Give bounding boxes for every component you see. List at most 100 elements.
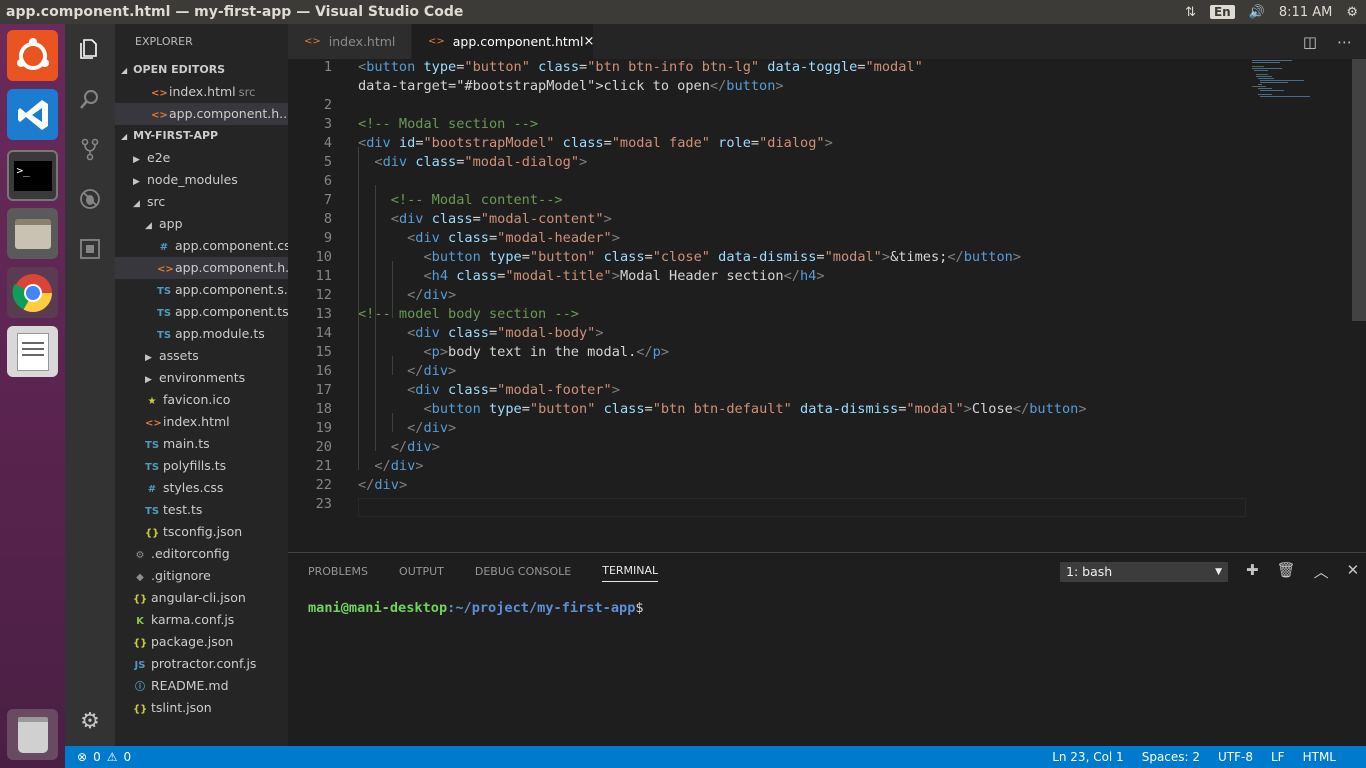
close-tab-icon[interactable]: × [583,34,594,49]
line-number: 13 [315,306,332,322]
ts-file-icon: TS [157,308,172,319]
file-tree-item[interactable]: TS app.component.s... [115,279,288,301]
code-line: </div> [390,439,440,455]
file-tree-item[interactable]: TS app.component.ts [115,301,288,323]
file-tree-item[interactable]: JS protractor.conf.js [115,653,288,675]
file-tree-item[interactable]: TS main.ts [115,433,288,455]
chrome-launcher-icon[interactable] [7,267,58,318]
file-tree-item[interactable]: ▶ environments [115,367,288,389]
file-tree-item[interactable]: # styles.css [115,477,288,499]
html-file-icon: <> [304,36,321,47]
extensions-icon[interactable] [65,224,115,274]
file-tree-item[interactable]: ▶ node_modules [115,169,288,191]
html-file-icon: <> [151,110,168,121]
file-tree-item[interactable]: # app.component.css [115,235,288,257]
unity-launcher: >_ [0,24,65,768]
code-line: </div> [407,363,457,379]
code-editor[interactable]: 1 2 3 4 5 6 7 8 9 10 11 12 13 14 15 16 17 18 19 20 21 22 23 <b… [288,59,1366,552]
close-panel-icon[interactable]: ✕ [1347,561,1360,582]
file-tree-item[interactable]: ◆ .gitignore [115,565,288,587]
debug-icon[interactable] [65,174,115,224]
indent-guide [358,147,359,470]
terminal-launcher-icon[interactable]: >_ [7,150,58,201]
text-editor-launcher-icon[interactable] [7,326,58,377]
volume-icon[interactable]: 🔊 [1249,5,1265,20]
file-tree-item[interactable]: ⚙ .editorconfig [115,543,288,565]
line-number: 7 [323,192,332,208]
file-tree-label: main.ts [163,436,210,451]
line-number: 6 [323,173,332,189]
file-tree-item[interactable]: TS test.ts [115,499,288,521]
file-tree-item[interactable]: ◢ src [115,191,288,213]
code-line: <div class="modal-footer"> [407,382,620,398]
tab-problems[interactable]: PROBLEMS [308,565,368,578]
search-icon[interactable] [65,74,115,124]
explorer-files-icon[interactable] [65,24,115,74]
kill-terminal-trash-icon[interactable]: 🗑 [1277,561,1296,582]
indent-guide [392,261,393,318]
json-file-icon: {} [133,594,148,605]
tab-index-html[interactable]: <> index.html [288,24,412,59]
file-tree-item[interactable]: <>app.component.h... [115,257,288,279]
settings-gear-icon[interactable]: ⚙ [65,696,115,746]
network-icon[interactable]: ⇅ [1185,5,1196,20]
file-tree-item[interactable]: TS polyfills.ts [115,455,288,477]
tab-app-component-html[interactable]: <> app.component.html × [412,24,594,59]
star-file-icon: ★ [147,396,157,407]
tab-terminal[interactable]: TERMINAL [602,564,659,582]
line-number: 9 [323,230,332,246]
file-tree-label: app.module.ts [175,326,265,341]
file-tree-item[interactable]: <>index.html [115,411,288,433]
split-editor-icon[interactable]: ◫ [1303,33,1317,51]
file-tree-label: app.component.h... [175,260,288,275]
maximize-panel-chevron-up-icon[interactable]: ︿ [1314,561,1329,582]
prompt-path: :~/project/my-first-app [447,600,636,616]
gear-file-icon: ⚙ [135,550,145,561]
open-editor-index-html[interactable]: <>index.html src [115,81,288,103]
file-tree-item[interactable]: ★ favicon.ico [115,389,288,411]
code-line: <div class="modal-dialog"> [374,154,588,170]
trash-launcher-icon[interactable] [7,709,58,760]
file-tree-item[interactable]: ▶ e2e [115,147,288,169]
file-tree-item[interactable]: Kkarma.conf.js [115,609,288,631]
file-tree-item[interactable]: ◢ app [115,213,288,235]
more-actions-icon[interactable]: ⋯ [1337,33,1352,51]
open-editors-section-header[interactable]: ◢ OPEN EDITORS [115,59,288,81]
json-file-icon: {} [133,638,148,649]
indent-guide [392,356,393,375]
terminal-select[interactable]: 1: bash ▼ [1060,562,1228,582]
ubuntu-dash-icon[interactable] [7,30,58,81]
editor-scrollbar[interactable] [1352,59,1366,321]
file-tree-item[interactable]: ▶ assets [115,345,288,367]
language-mode[interactable]: HTML [1303,750,1336,764]
new-terminal-plus-icon[interactable]: ✚ [1246,561,1259,582]
source-control-icon[interactable] [65,124,115,174]
problems-indicator[interactable]: ⊗ 0 ⚠ 0 [65,750,131,764]
file-tree-item[interactable]: {} package.json [115,631,288,653]
vscode-launcher-icon[interactable] [7,89,58,140]
encoding[interactable]: UTF-8 [1218,750,1253,764]
file-tree-item[interactable]: {} tsconfig.json [115,521,288,543]
code-line: <div id="bootstrapModel" class="modal fa… [358,135,833,151]
ts-file-icon: TS [157,330,172,341]
indentation[interactable]: Spaces: 2 [1142,750,1200,764]
minimap[interactable] [1250,59,1350,119]
clock[interactable]: 8:11 AM [1279,5,1332,20]
file-tree-item[interactable]: ⓘ README.md [115,675,288,697]
line-ending[interactable]: LF [1271,750,1285,764]
file-tree-item[interactable]: TS app.module.ts [115,323,288,345]
ts-file-icon: TS [145,462,160,473]
terminal-prompt[interactable]: mani@mani-desktop:~/project/my-first-app… [308,600,644,616]
power-gear-icon[interactable]: ⚙ [1346,5,1358,20]
cursor-position[interactable]: Ln 23, Col 1 [1052,750,1124,764]
open-editor-app-component-html[interactable]: <>app.component.h... [115,103,288,125]
tab-debug-console[interactable]: DEBUG CONSOLE [475,565,571,578]
file-tree-item[interactable]: {} angular-cli.json [115,587,288,609]
project-section-header[interactable]: ◢ MY-FIRST-APP [115,125,288,147]
bottom-panel: PROBLEMS OUTPUT DEBUG CONSOLE TERMINAL 1… [288,552,1366,746]
tab-output[interactable]: OUTPUT [399,565,444,578]
keyboard-layout-indicator[interactable]: En [1209,5,1235,19]
files-launcher-icon[interactable] [7,208,58,259]
file-tree-item[interactable]: {} tslint.json [115,697,288,719]
karma-file-icon: K [136,616,144,627]
